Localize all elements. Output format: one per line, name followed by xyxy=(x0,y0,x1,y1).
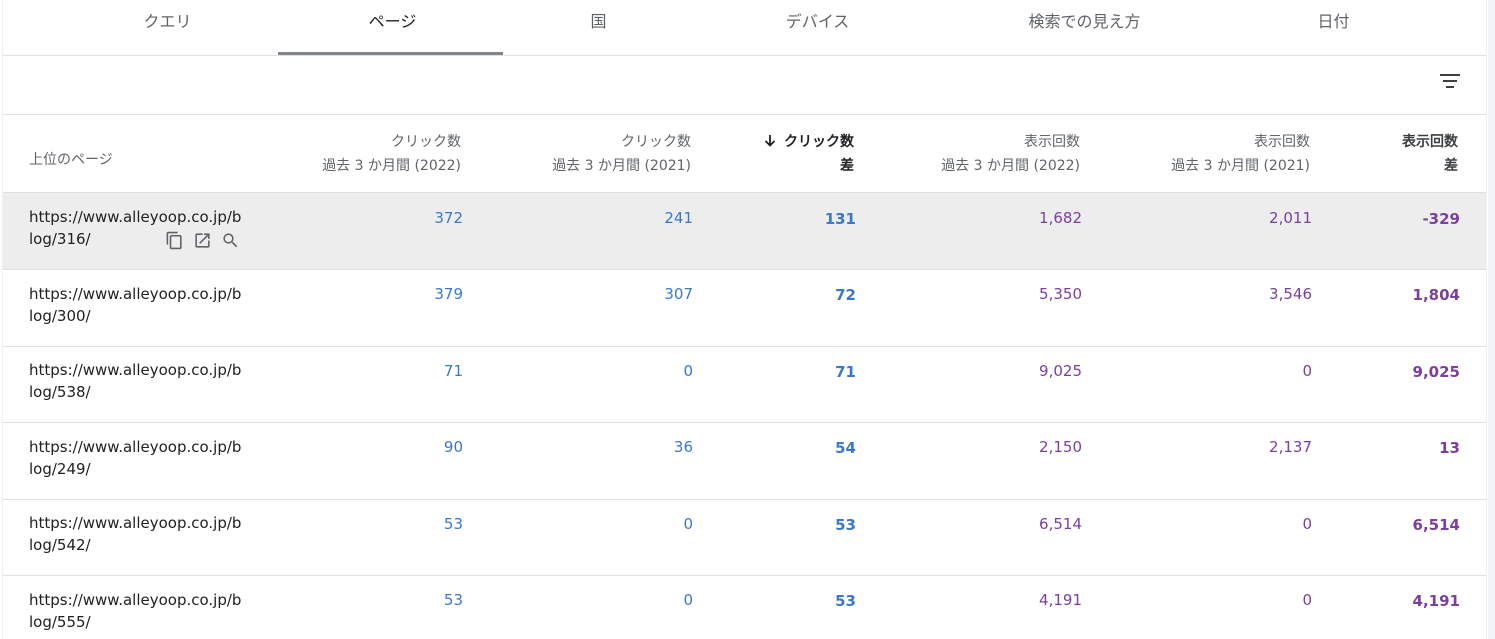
table-row[interactable]: https://www.alleyoop.co.jp/b log/249/ 90… xyxy=(3,423,1486,500)
url-line: https://www.alleyoop.co.jp/b xyxy=(29,591,242,609)
filter-icon[interactable] xyxy=(1439,72,1461,90)
table-toolbar xyxy=(3,56,1486,115)
impressions-diff: -329 xyxy=(1422,210,1460,228)
clicks-diff: 54 xyxy=(835,439,856,457)
clicks-2021: 36 xyxy=(673,438,693,456)
impressions-diff: 13 xyxy=(1439,439,1460,457)
tab-query[interactable]: クエリ xyxy=(55,0,280,56)
dimension-tabs: クエリ ページ 国 デバイス 検索での見え方 日付 xyxy=(3,0,1486,56)
column-header-clicks-2021[interactable]: クリック数 過去 3 か月間 (2021) xyxy=(552,130,691,178)
url-line: log/542/ xyxy=(29,536,91,554)
tab-search-appearance[interactable]: 検索での見え方 xyxy=(972,0,1197,56)
header-period: 過去 3 か月間 (2021) xyxy=(1171,158,1310,174)
page-url[interactable]: https://www.alleyoop.co.jp/b log/249/ xyxy=(29,436,242,480)
impressions-diff: 9,025 xyxy=(1412,363,1460,381)
page-url[interactable]: https://www.alleyoop.co.jp/b log/300/ xyxy=(29,283,242,327)
impressions-diff: 4,191 xyxy=(1412,592,1460,610)
tab-page[interactable]: ページ xyxy=(280,0,505,56)
header-label: クリック数 xyxy=(621,134,691,150)
clicks-diff: 53 xyxy=(835,592,856,610)
header-period: 差 xyxy=(1444,158,1458,174)
table-row[interactable]: https://www.alleyoop.co.jp/b log/316/ 37… xyxy=(3,193,1486,270)
impressions-2021: 0 xyxy=(1302,362,1312,380)
url-line: https://www.alleyoop.co.jp/b xyxy=(29,285,242,303)
clicks-2022: 90 xyxy=(443,438,463,456)
tab-date[interactable]: 日付 xyxy=(1221,0,1446,56)
impressions-2022: 6,514 xyxy=(1039,515,1082,533)
header-label: クリック数 xyxy=(391,134,461,150)
header-label: クリック数 xyxy=(784,134,854,150)
copy-icon[interactable] xyxy=(165,231,184,250)
impressions-2021: 0 xyxy=(1302,591,1312,609)
impressions-2022: 5,350 xyxy=(1039,285,1082,303)
scrollbar-track[interactable] xyxy=(1488,0,1495,639)
clicks-2022: 53 xyxy=(443,591,463,609)
clicks-2021: 0 xyxy=(683,362,693,380)
table-row[interactable]: https://www.alleyoop.co.jp/b log/538/ 71… xyxy=(3,346,1486,423)
clicks-2021: 241 xyxy=(664,209,693,227)
clicks-diff: 72 xyxy=(835,286,856,304)
tab-country[interactable]: 国 xyxy=(486,0,711,56)
impressions-2021: 3,546 xyxy=(1269,285,1312,303)
column-header-page[interactable]: 上位のページ xyxy=(29,149,113,169)
clicks-2022: 379 xyxy=(434,285,463,303)
tab-device[interactable]: デバイス xyxy=(705,0,930,56)
clicks-diff: 71 xyxy=(835,363,856,381)
table-row[interactable]: https://www.alleyoop.co.jp/b log/542/ 53… xyxy=(3,499,1486,576)
header-period: 過去 3 か月間 (2022) xyxy=(322,158,461,174)
page-url[interactable]: https://www.alleyoop.co.jp/b log/542/ xyxy=(29,512,242,556)
clicks-2022: 53 xyxy=(443,515,463,533)
open-in-new-icon[interactable] xyxy=(193,231,212,250)
column-header-impressions-2022[interactable]: 表示回数 過去 3 か月間 (2022) xyxy=(941,130,1080,178)
clicks-diff: 131 xyxy=(824,210,856,228)
table-row[interactable]: https://www.alleyoop.co.jp/b log/555/ 53… xyxy=(3,576,1486,639)
url-line: log/300/ xyxy=(29,307,91,325)
clicks-2021: 0 xyxy=(683,591,693,609)
page-url[interactable]: https://www.alleyoop.co.jp/b log/538/ xyxy=(29,359,242,403)
header-period: 差 xyxy=(840,158,854,174)
clicks-diff: 53 xyxy=(835,516,856,534)
header-period: 過去 3 か月間 (2022) xyxy=(941,158,1080,174)
url-line: log/555/ xyxy=(29,613,91,631)
header-period: 過去 3 か月間 (2021) xyxy=(552,158,691,174)
impressions-diff: 1,804 xyxy=(1412,286,1460,304)
clicks-2022: 372 xyxy=(434,209,463,227)
clicks-2021: 0 xyxy=(683,515,693,533)
impressions-2022: 1,682 xyxy=(1039,209,1082,227)
url-line: log/249/ xyxy=(29,460,91,478)
url-line: https://www.alleyoop.co.jp/b xyxy=(29,438,242,456)
row-actions xyxy=(165,231,244,251)
url-line: https://www.alleyoop.co.jp/b xyxy=(29,208,242,226)
search-icon[interactable] xyxy=(221,231,240,250)
arrow-down-icon xyxy=(764,130,776,154)
impressions-2022: 9,025 xyxy=(1039,362,1082,380)
performance-panel: クエリ ページ 国 デバイス 検索での見え方 日付 上位のページ クリック数 過… xyxy=(2,0,1487,639)
header-label: 表示回数 xyxy=(1402,134,1458,150)
impressions-2021: 0 xyxy=(1302,515,1312,533)
clicks-2021: 307 xyxy=(664,285,693,303)
header-label: 表示回数 xyxy=(1254,134,1310,150)
column-header-impressions-diff[interactable]: 表示回数 差 xyxy=(1402,130,1458,178)
impressions-2022: 2,150 xyxy=(1039,438,1082,456)
url-line: log/538/ xyxy=(29,383,91,401)
clicks-2022: 71 xyxy=(443,362,463,380)
column-header-impressions-2021[interactable]: 表示回数 過去 3 か月間 (2021) xyxy=(1171,130,1310,178)
column-header-clicks-2022[interactable]: クリック数 過去 3 か月間 (2022) xyxy=(322,130,461,178)
table-row[interactable]: https://www.alleyoop.co.jp/b log/300/ 37… xyxy=(3,270,1486,347)
page-url[interactable]: https://www.alleyoop.co.jp/b log/555/ xyxy=(29,589,242,633)
impressions-2021: 2,011 xyxy=(1269,209,1312,227)
header-label: 表示回数 xyxy=(1024,134,1080,150)
impressions-2022: 4,191 xyxy=(1039,591,1082,609)
impressions-diff: 6,514 xyxy=(1412,516,1460,534)
url-line: https://www.alleyoop.co.jp/b xyxy=(29,514,242,532)
url-line: https://www.alleyoop.co.jp/b xyxy=(29,361,242,379)
column-header-clicks-diff[interactable]: クリック数 差 xyxy=(764,130,854,178)
impressions-2021: 2,137 xyxy=(1269,438,1312,456)
active-tab-indicator xyxy=(278,52,503,55)
